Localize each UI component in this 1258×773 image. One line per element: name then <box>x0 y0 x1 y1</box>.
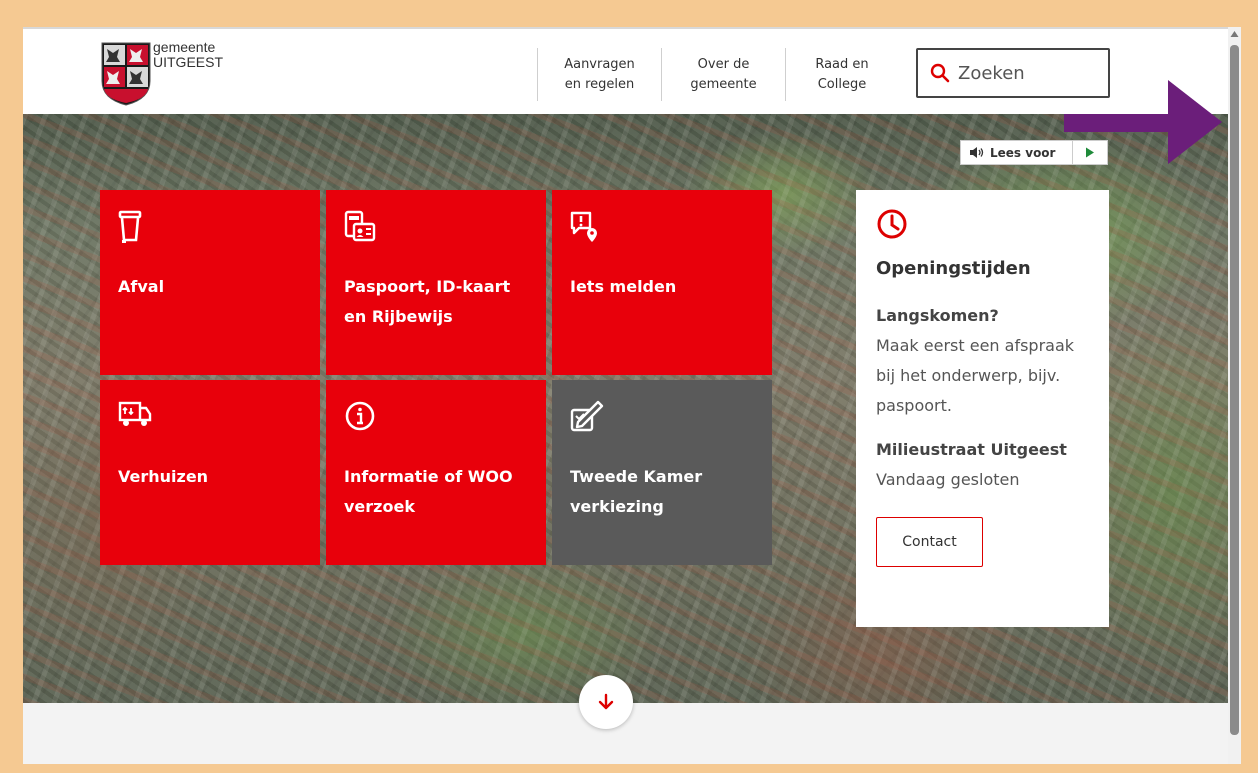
clock-icon <box>877 209 907 239</box>
read-aloud-button[interactable]: Lees voor <box>961 141 1073 164</box>
vertical-scrollbar[interactable] <box>1228 27 1241 764</box>
tile-label: Iets melden <box>570 277 677 296</box>
tile-label: Tweede Kamer verkiezing <box>570 467 703 516</box>
scroll-down-button[interactable] <box>579 675 633 729</box>
nav-aanvragen-en-regelen[interactable]: Aanvragen en regelen <box>537 48 661 101</box>
logo-line-gemeente: gemeente <box>153 39 216 55</box>
tile-informatie-woo[interactable]: Informatie of WOO verzoek <box>326 380 546 565</box>
nav-label: Raad en College <box>815 56 869 92</box>
tile-tweede-kamer-verkiezing[interactable]: Tweede Kamer verkiezing <box>552 380 772 565</box>
trash-bin-icon <box>118 210 302 250</box>
milieustraat-status: Vandaag gesloten <box>876 470 1020 489</box>
tile-label: Informatie of WOO verzoek <box>344 467 513 516</box>
tile-paspoort[interactable]: Paspoort, ID-kaart en Rijbewijs <box>326 190 546 375</box>
browser-viewport: gemeente UITGEEST Aanvragen en regelen O… <box>23 27 1241 764</box>
nav-label: Aanvragen en regelen <box>564 56 635 92</box>
service-tiles: Afval Paspoort, ID-kaart en Rijbewijs Ie… <box>100 190 772 565</box>
nav-label: Over de gemeente <box>690 56 757 92</box>
logo-line-uitgeest: UITGEEST <box>153 54 224 70</box>
milieustraat-heading: Milieustraat Uitgeest <box>876 440 1067 459</box>
opening-hours-title: Openingstijden <box>876 258 1031 279</box>
report-location-icon <box>570 210 754 250</box>
tile-afval[interactable]: Afval <box>100 190 320 375</box>
site-header: gemeente UITGEEST Aanvragen en regelen O… <box>23 29 1228 114</box>
scrollbar-thumb[interactable] <box>1230 45 1239 735</box>
nav-over-de-gemeente[interactable]: Over de gemeente <box>661 48 785 101</box>
logo-text[interactable]: gemeente UITGEEST <box>153 40 223 70</box>
id-card-icon <box>344 210 528 250</box>
read-aloud-label: Lees voor <box>990 145 1056 160</box>
tile-label: Verhuizen <box>118 467 209 486</box>
tile-label: Paspoort, ID-kaart en Rijbewijs <box>344 277 511 326</box>
speaker-icon <box>970 147 984 158</box>
opening-hours-panel: Openingstijden Langskomen? Maak eerst ee… <box>856 190 1109 627</box>
tile-label: Afval <box>118 277 165 296</box>
annotation-arrow-icon <box>1064 80 1222 164</box>
vote-pencil-icon <box>570 400 754 440</box>
tile-verhuizen[interactable]: Verhuizen <box>100 380 320 565</box>
arrow-down-icon <box>598 693 614 710</box>
info-icon <box>344 400 528 440</box>
nav-raad-en-college[interactable]: Raad en College <box>785 48 898 101</box>
municipality-logo-icon[interactable] <box>100 41 152 111</box>
moving-truck-icon <box>118 400 302 440</box>
main-nav: Aanvragen en regelen Over de gemeente Ra… <box>537 48 898 101</box>
opening-hours-heading: Langskomen? <box>876 306 999 325</box>
tile-iets-melden[interactable]: Iets melden <box>552 190 772 375</box>
contact-button[interactable]: Contact <box>876 517 983 567</box>
search-icon[interactable] <box>930 63 950 83</box>
scroll-up-arrow-icon[interactable] <box>1230 30 1239 38</box>
opening-hours-text: Maak eerst een afspraak bij het onderwer… <box>876 336 1075 415</box>
